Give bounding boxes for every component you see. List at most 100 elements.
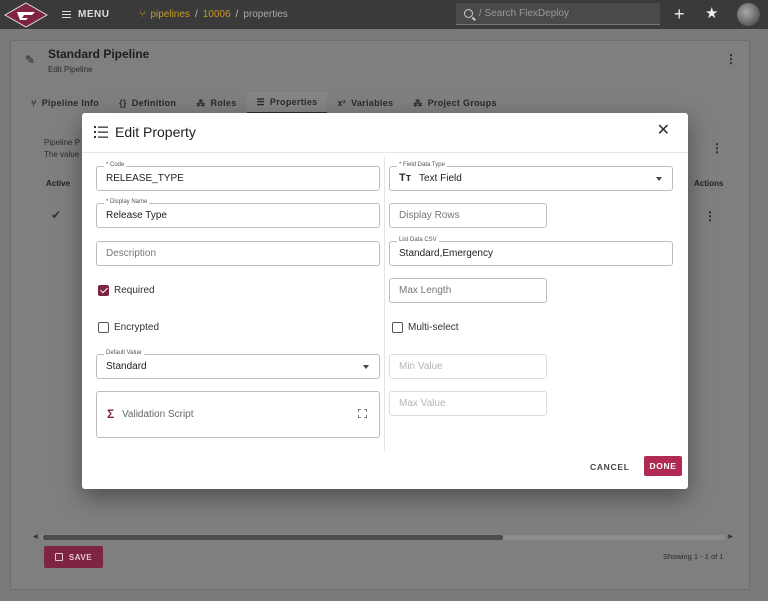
multi-select-checkbox[interactable]: Multi-select [392,322,459,333]
horizontal-scrollbar[interactable]: ◀ ▶ [33,533,733,541]
close-icon[interactable]: ✕ [657,123,670,139]
list-data-csv-value: Standard,Emergency [399,248,493,259]
field-data-type-value: Text Field [419,173,462,184]
dialog-header: Edit Property ✕ [82,113,688,153]
page-subtitle: Edit Pipeline [48,65,93,74]
tab-roles[interactable]: ⁂ Roles [186,92,246,114]
avatar[interactable] [737,3,760,26]
column-header-active: Active [46,179,71,188]
edit-property-dialog: Edit Property ✕ * Code RELEASE_TYPE * Di… [82,113,688,489]
list-data-csv-label: List Data CSV [397,237,439,244]
breadcrumb-pipeline-id[interactable]: 10006 [203,9,231,20]
max-length-field[interactable]: Max Length [389,278,547,303]
expand-icon[interactable] [358,409,367,418]
breadcrumb-separator: / [235,9,239,20]
tab-label: Variables [351,98,394,108]
search-box[interactable] [456,3,660,25]
breadcrumb-separator: / [194,9,198,20]
max-length-placeholder: Max Length [399,285,452,296]
done-button[interactable]: DONE [644,456,682,476]
checkbox-checked-icon [98,285,109,296]
flexdeploy-logo[interactable] [0,0,52,29]
text-field-icon: Tт [399,172,412,184]
field-data-type-label: * Field Data Type [397,162,447,169]
braces-icon: {} [119,98,127,108]
description-line: The value [44,150,80,159]
pipeline-icon: ⑂ [139,9,146,20]
breadcrumb-current: properties [243,9,288,20]
roles-icon: ⁂ [196,97,206,108]
encrypted-checkbox[interactable]: Encrypted [98,322,159,333]
more-options-icon[interactable]: ⋮ [725,52,737,66]
multi-select-label: Multi-select [408,322,459,333]
min-value-placeholder: Min Value [399,361,443,372]
code-value: RELEASE_TYPE [106,173,184,184]
default-value-label: Default Value [104,350,144,357]
save-button[interactable]: SAVE [44,546,103,568]
description-line: Pipeline P [44,138,81,147]
properties-description: Pipeline P The value [44,137,80,161]
sigma-icon: Σ [107,407,115,421]
max-value-field: Max Value [389,391,547,416]
list-data-csv-field[interactable]: List Data CSV Standard,Emergency [389,237,673,266]
code-label: * Code [104,162,127,169]
code-field[interactable]: * Code RELEASE_TYPE [96,162,380,191]
tab-label: Project Groups [427,98,497,108]
min-value-field: Min Value [389,354,547,379]
tab-pipeline-info[interactable]: ⑂ Pipeline Info [21,92,109,114]
display-name-label: * Display Name [104,199,150,206]
hamburger-icon [62,11,71,18]
display-name-field[interactable]: * Display Name Release Type [96,199,380,228]
menu-button[interactable]: MENU [62,9,109,20]
field-data-type-select[interactable]: * Field Data Type Tт Text Field [389,162,673,191]
variable-icon: x² [337,98,347,108]
pagination-status: Showing 1 - 1 of 1 [663,552,724,561]
description-field[interactable]: Description [96,241,380,266]
encrypted-label: Encrypted [114,322,160,333]
scroll-right-icon[interactable]: ▶ [728,533,733,540]
row-actions-icon[interactable]: ⋮ [704,209,716,223]
list-icon: ☰ [256,96,265,107]
breadcrumb-pipelines[interactable]: pipelines [150,9,189,20]
display-rows-field[interactable]: Display Rows [389,203,547,228]
tab-project-groups[interactable]: ⁂ Project Groups [403,92,507,114]
more-options-icon[interactable]: ⋮ [711,141,723,155]
groups-icon: ⁂ [413,97,423,108]
top-bar: MENU ⑂ pipelines / 10006 / properties + … [0,0,768,29]
tab-variables[interactable]: x² Variables [327,92,403,114]
cancel-button[interactable]: CANCEL [590,462,630,472]
tab-bar: ⑂ Pipeline Info {} Definition ⁂ Roles ☰ Prop… [21,92,507,114]
checkmark-icon: ✔ [51,208,62,222]
max-value-placeholder: Max Value [399,398,446,409]
pencil-icon: ✎ [25,53,36,67]
tab-label: Roles [210,98,237,108]
dropdown-arrow-icon [363,365,369,369]
dialog-title: Edit Property [115,124,196,140]
tab-label: Definition [131,98,177,108]
validation-script-label: Validation Script [122,409,194,420]
dropdown-arrow-icon [656,177,662,181]
checkbox-unchecked-icon [98,322,109,333]
scroll-left-icon[interactable]: ◀ [33,533,38,540]
description-placeholder: Description [106,248,157,259]
tab-properties[interactable]: ☰ Properties [246,92,328,114]
required-label: Required [114,285,155,296]
breadcrumb: ⑂ pipelines / 10006 / properties [139,9,287,20]
column-divider [384,157,385,451]
default-value-value: Standard [106,361,147,372]
scrollbar-thumb[interactable] [43,535,503,540]
star-icon[interactable]: ★ [705,4,718,22]
tab-definition[interactable]: {} Definition [109,92,186,114]
search-input[interactable] [479,8,649,19]
pipeline-icon: ⑂ [31,98,37,108]
tab-label: Pipeline Info [41,98,100,108]
display-name-value: Release Type [106,210,167,221]
display-rows-placeholder: Display Rows [399,210,460,221]
tab-label: Properties [269,97,318,107]
default-value-select[interactable]: Default Value Standard [96,350,380,379]
add-icon[interactable]: + [674,5,685,23]
required-checkbox[interactable]: Required [98,285,155,296]
menu-label: MENU [78,9,110,20]
column-header-actions: Actions [694,179,724,188]
validation-script-field[interactable]: Σ Validation Script [96,391,380,438]
